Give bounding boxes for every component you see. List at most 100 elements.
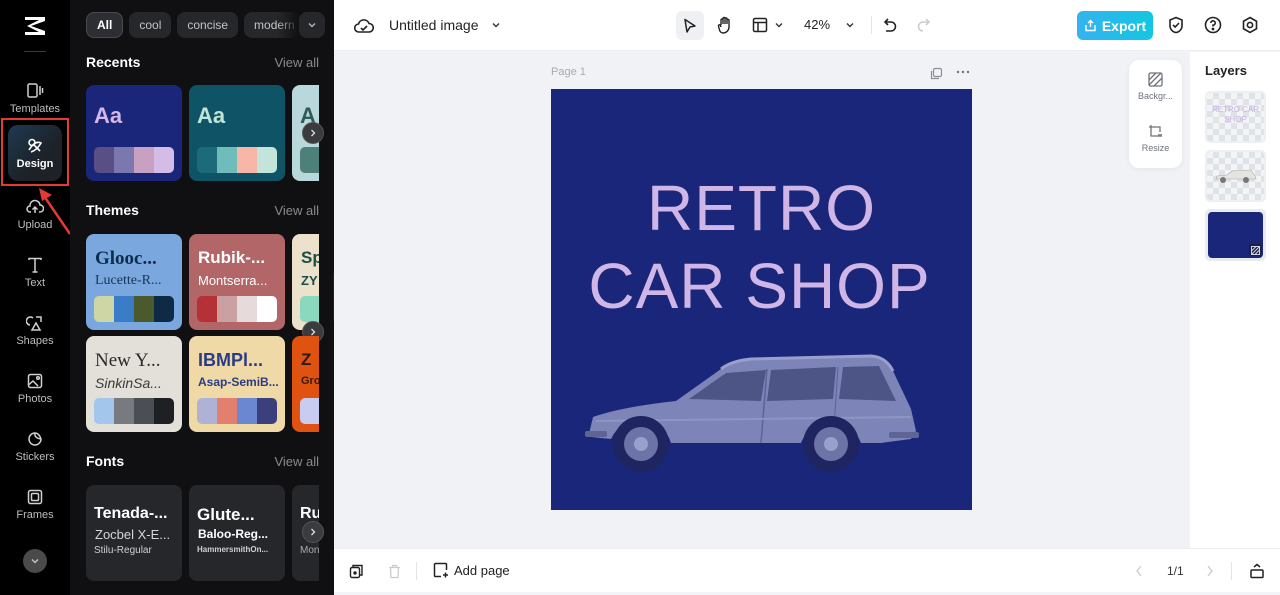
rail-item-design[interactable]: Design [8, 125, 62, 181]
headline-line-1[interactable]: RETRO [551, 171, 972, 245]
collapse-pages-button[interactable] [1247, 561, 1267, 581]
shield-button[interactable] [1165, 14, 1187, 36]
settings-button[interactable] [1239, 14, 1261, 36]
font-body: Mon [300, 545, 319, 556]
undo-button[interactable] [880, 15, 900, 35]
rail-item-upload[interactable]: Upload [4, 188, 66, 240]
chip-modern[interactable]: modern [244, 12, 301, 38]
hand-icon [717, 16, 730, 34]
previous-page-button[interactable] [1131, 563, 1147, 579]
zoom-level[interactable]: 42% [804, 17, 830, 32]
rail-more-button[interactable] [23, 549, 47, 573]
trash-icon [388, 564, 400, 578]
theme-card[interactable]: Z Gro [292, 336, 319, 432]
theme-card[interactable]: Rubik-... Montserra... [189, 234, 285, 330]
document-title[interactable]: Untitled image [389, 17, 479, 33]
capcut-logo-icon[interactable] [22, 14, 48, 38]
theme-card[interactable]: IBMPl... Asap-SemiB... [189, 336, 285, 432]
color-palette [300, 147, 319, 173]
theme-heading-font: Sp [301, 248, 319, 267]
chips-expand-button[interactable] [299, 12, 325, 38]
add-page-button[interactable]: Add page [433, 562, 510, 578]
retro-car-image[interactable] [581, 339, 926, 474]
font-heading: Glute... [197, 505, 255, 524]
rail-item-shapes[interactable]: Shapes [4, 304, 66, 356]
theme-heading-font: New Y... [95, 350, 161, 371]
fonts-title: Fonts [86, 453, 125, 469]
page-manager-button[interactable] [347, 562, 365, 580]
text-icon [28, 257, 42, 273]
theme-heading-font: Glooc... [95, 248, 157, 269]
redo-button[interactable] [914, 15, 934, 35]
background-tool-button[interactable]: Backgr... [1129, 72, 1182, 101]
chevron-left-icon [1136, 565, 1142, 577]
page-more-button[interactable] [954, 64, 972, 80]
resize-tool-button[interactable]: Resize [1129, 124, 1182, 153]
layer-text[interactable]: RETRO CAR SHOP [1205, 91, 1266, 143]
gear-icon [1242, 16, 1258, 34]
rail-item-frames[interactable]: Frames [4, 478, 66, 530]
rail-label: Frames [16, 508, 54, 521]
redo-icon [917, 18, 931, 32]
rail-label: Stickers [15, 450, 55, 463]
rail-item-photos[interactable]: Photos [4, 362, 66, 414]
chip-cool[interactable]: cool [129, 12, 172, 38]
recent-card[interactable]: Aa [189, 85, 285, 181]
help-circle-icon [1204, 16, 1222, 34]
help-button[interactable] [1202, 14, 1224, 36]
theme-body-font: Montserra... [198, 273, 268, 288]
headline-line-2[interactable]: CAR SHOP [551, 249, 970, 323]
bottom-bar: Add page 1/1 [334, 548, 1280, 592]
layer-car-image[interactable] [1205, 150, 1266, 202]
rail-item-stickers[interactable]: Stickers [4, 420, 66, 472]
recent-card[interactable]: Aa [86, 85, 182, 181]
color-palette [94, 398, 174, 424]
duplicate-page-button[interactable] [928, 65, 944, 81]
chevron-down-icon [308, 23, 316, 28]
theme-card[interactable]: New Y... SinkinSa... [86, 336, 182, 432]
export-label: Export [1101, 17, 1147, 34]
theme-card[interactable]: Glooc... Lucette-R... [86, 234, 182, 330]
fonts-next-button[interactable] [302, 521, 324, 543]
layers-title: Layers [1205, 63, 1247, 78]
recents-view-all-link[interactable]: View all [274, 55, 319, 70]
rail-item-text[interactable]: Text [4, 246, 66, 298]
recents-next-button[interactable] [302, 122, 324, 144]
tray-up-icon [1250, 563, 1264, 579]
fonts-view-all-link[interactable]: View all [274, 454, 319, 469]
cloud-check-icon [354, 19, 374, 33]
delete-page-button[interactable] [385, 562, 403, 580]
rail-item-templates[interactable]: Templates [4, 72, 66, 124]
chip-concise[interactable]: concise [177, 12, 239, 38]
theme-card[interactable]: Sp ZY [292, 234, 319, 330]
app-window: Templates Design Upload Text Shapes Phot… [0, 0, 1280, 595]
themes-view-all-link[interactable]: View all [274, 203, 319, 218]
pages-stack-icon [349, 564, 363, 578]
chip-all[interactable]: All [86, 12, 124, 38]
add-page-label: Add page [454, 562, 510, 578]
theme-body-font: Asap-SemiB... [198, 375, 279, 389]
next-page-button[interactable] [1202, 563, 1218, 579]
background-pattern-icon [1250, 245, 1260, 255]
font-card[interactable]: Tenada-... Zocbel X-E... Stilu-Regular [86, 485, 182, 581]
export-button[interactable]: Export [1077, 11, 1153, 40]
layer-background[interactable] [1205, 209, 1266, 261]
page-label: Page 1 [551, 66, 586, 78]
design-artboard[interactable]: RETRO CAR SHOP [551, 89, 972, 510]
select-tool-button[interactable] [676, 11, 704, 40]
layout-icon [752, 17, 768, 33]
background-tool-label: Backgr... [1137, 91, 1173, 101]
zoom-dropdown-button[interactable] [844, 18, 856, 32]
font-card[interactable]: Glute... Baloo-Reg... HammersmithOn... [189, 485, 285, 581]
card-sample-text: Aa [197, 103, 226, 128]
design-icon [28, 138, 43, 153]
layout-dropdown-button[interactable] [773, 18, 785, 32]
page-indicator: 1/1 [1167, 564, 1184, 578]
title-dropdown-button[interactable] [490, 18, 502, 32]
cloud-sync-button[interactable] [353, 15, 375, 37]
rail-label: Text [24, 276, 46, 289]
layout-tool-button[interactable] [750, 14, 770, 36]
hand-tool-button[interactable] [714, 14, 736, 36]
layer-text-preview: RETRO CAR SHOP [1211, 105, 1260, 124]
design-panel: All cool concise modern Recents View all… [70, 0, 334, 595]
